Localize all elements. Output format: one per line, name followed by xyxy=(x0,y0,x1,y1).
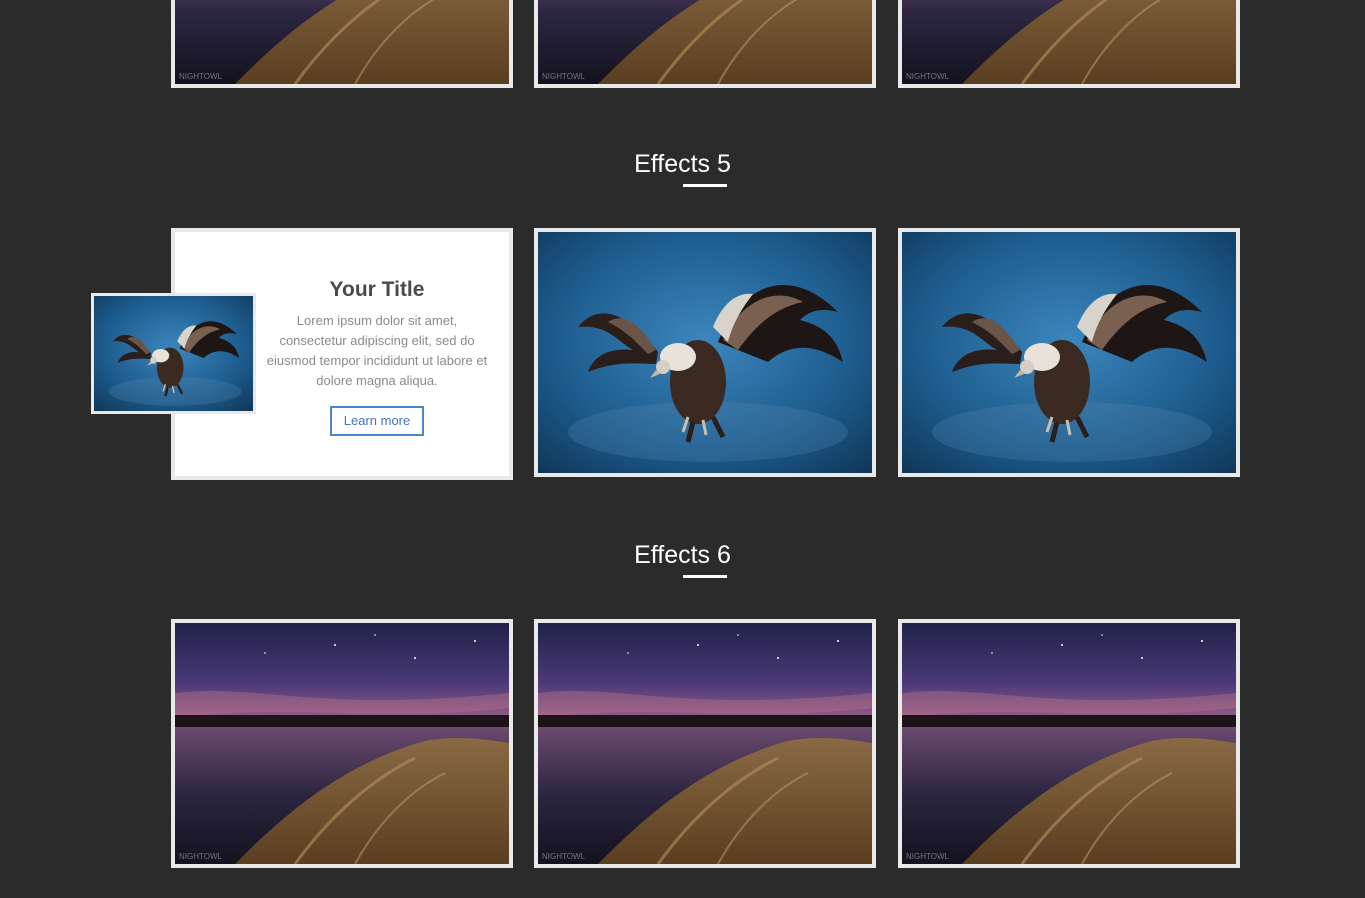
effects-6-image-1[interactable] xyxy=(171,619,513,868)
effects-6-image-3[interactable] xyxy=(898,619,1240,868)
heading-underline xyxy=(683,184,727,187)
effects-6-image-2[interactable] xyxy=(534,619,876,868)
landscape-image xyxy=(175,0,509,84)
landscape-image xyxy=(175,623,509,864)
section-heading-effects-5: Effects 5 xyxy=(634,150,731,178)
landscape-image xyxy=(538,623,872,864)
card-description: Lorem ipsum dolor sit amet, consectetur … xyxy=(266,313,488,388)
effects-4-image-1[interactable] xyxy=(171,0,513,88)
effects-5-image-3[interactable] xyxy=(898,228,1240,477)
landscape-image xyxy=(538,0,872,84)
card-title: Your Title xyxy=(329,278,425,301)
effects-5-image-2[interactable] xyxy=(534,228,876,477)
landscape-image xyxy=(902,0,1236,84)
learn-more-button[interactable]: Learn more xyxy=(330,406,424,436)
effects-5-thumbnail xyxy=(91,293,256,414)
effects-4-image-2[interactable] xyxy=(534,0,876,88)
heading-underline xyxy=(683,575,727,578)
eagle-image xyxy=(902,232,1236,473)
landscape-image xyxy=(902,623,1236,864)
eagle-image xyxy=(94,296,253,411)
effects-4-image-3[interactable] xyxy=(898,0,1240,88)
eagle-image xyxy=(538,232,872,473)
section-heading-effects-6: Effects 6 xyxy=(634,541,731,569)
